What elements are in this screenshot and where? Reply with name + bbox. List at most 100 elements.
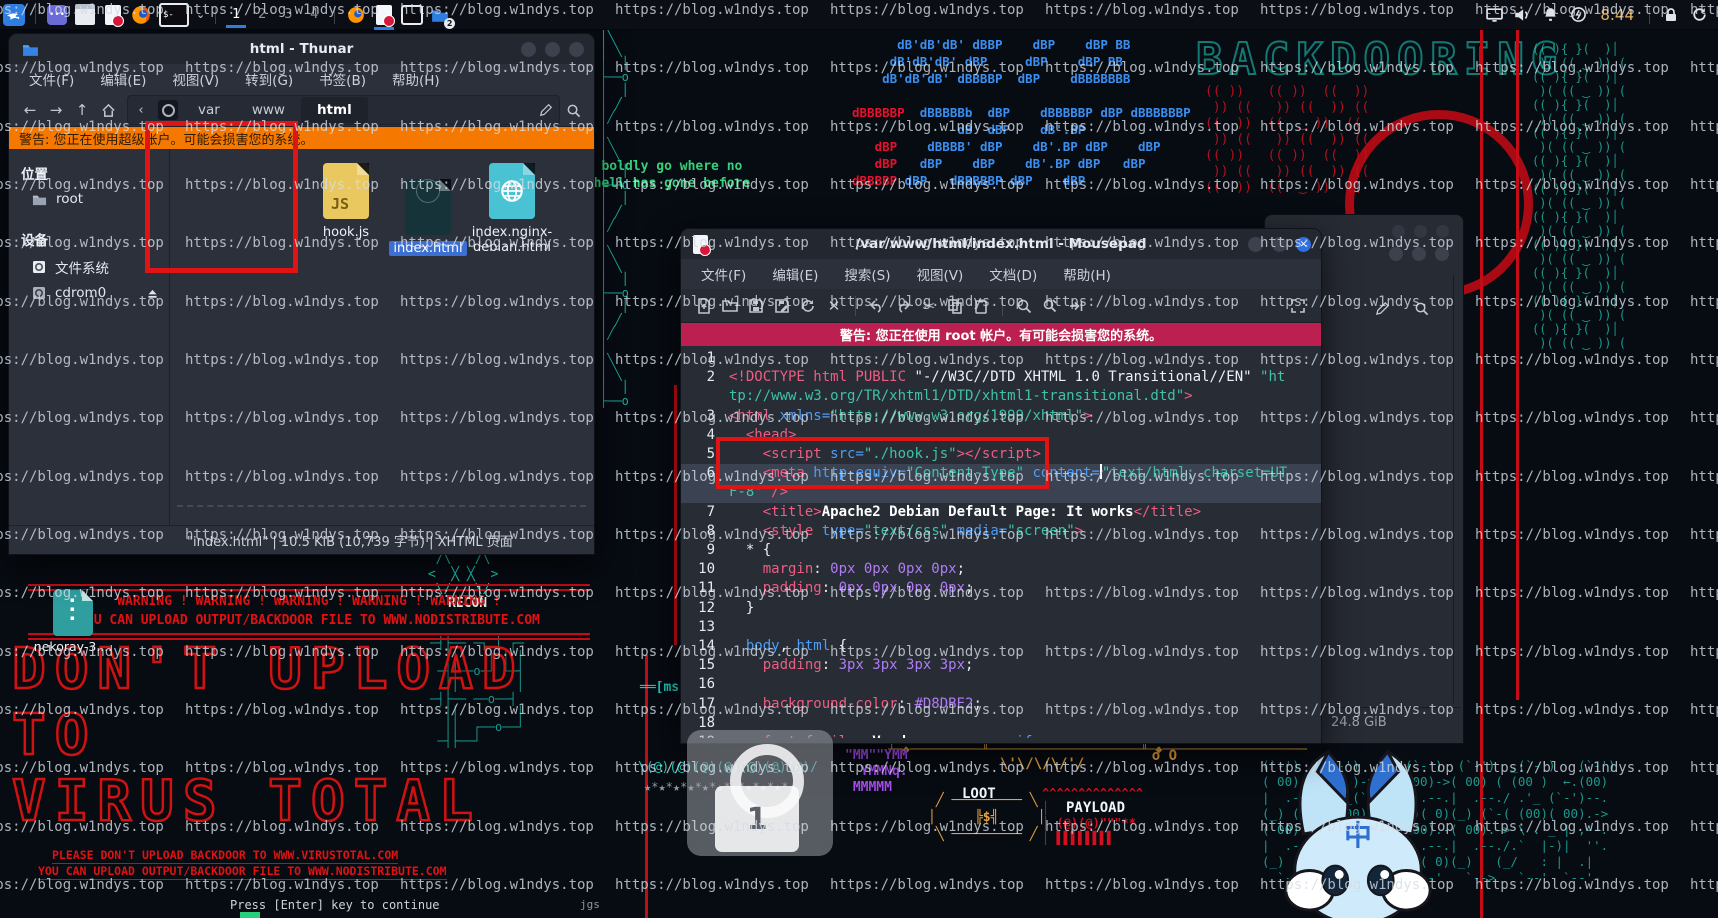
file-index.nginx-debian.html[interactable]: index.nginx-debian.html [466, 163, 558, 255]
find-button[interactable] [1011, 293, 1037, 319]
running-mousepad[interactable] [373, 4, 395, 26]
new-document-button[interactable] [691, 293, 717, 319]
breadcrumb-www[interactable]: www [236, 97, 301, 123]
kali-menu-button[interactable] [3, 4, 25, 26]
find-replace-button[interactable] [1037, 293, 1063, 319]
close-button[interactable] [1435, 247, 1449, 261]
mousepad-titlebar[interactable]: /var/www/html/index.html - Mousepad ✕ [681, 229, 1321, 259]
menu-edit[interactable]: 编辑(E) [772, 264, 818, 284]
minimize-button[interactable] [521, 42, 536, 57]
menu-file[interactable]: 文件(F) [701, 264, 746, 284]
desktop-icon-nekoray[interactable]: nekoray-3.... [28, 590, 118, 654]
logout-refresh-icon[interactable] [1688, 4, 1710, 26]
redo-button[interactable] [890, 293, 916, 319]
maximize-button[interactable] [1412, 247, 1426, 261]
close-button[interactable] [569, 42, 584, 57]
close-button[interactable] [1436, 225, 1449, 238]
eject-icon[interactable] [146, 287, 159, 300]
breadcrumb-html[interactable]: html [301, 97, 368, 123]
copy-button[interactable] [942, 293, 968, 319]
workspace-3[interactable]: 3 [275, 4, 301, 25]
save-button[interactable] [743, 293, 769, 319]
menu-view[interactable]: 视图(V) [172, 69, 219, 89]
breadcrumb-var[interactable]: var [182, 97, 236, 123]
undo-button[interactable] [864, 293, 890, 319]
forward-button[interactable]: → [43, 97, 69, 123]
sidebar-item-filesystem[interactable]: 文件系统 [9, 253, 169, 281]
watermark-text: https://blog.w1ndys.top [1475, 119, 1669, 135]
watermark-text: https://blog.w1ndys.top [830, 819, 1024, 835]
running-firefox[interactable] [345, 4, 367, 26]
crumb-scroll-left-chevron-icon[interactable]: ‹ [128, 97, 154, 123]
thunar-file-view[interactable]: hook.jsindex.htmlindex.nginx-debian.html [170, 149, 594, 529]
desktop-icon-label: nekoray-3.... [28, 639, 118, 654]
home-button[interactable] [95, 97, 121, 123]
maximize-button[interactable] [545, 42, 560, 57]
window-app-icon [75, 4, 95, 25]
open-file-button[interactable] [717, 293, 743, 319]
notifications-bell-icon[interactable] [1539, 4, 1561, 26]
payload-label: PAYLOAD [1066, 800, 1125, 816]
launcher-files[interactable]: ••• [46, 4, 68, 26]
pathbar-root-icon[interactable] [158, 100, 178, 120]
up-button[interactable]: ↑ [69, 97, 95, 123]
close-document-button[interactable]: ✕ [821, 293, 847, 319]
menu-search[interactable]: 搜索(S) [844, 264, 890, 284]
sidebar-item-cdrom0[interactable]: cdrom0 [9, 281, 169, 305]
search-button[interactable] [560, 97, 586, 123]
watermark-text: https://blog.w1ndys.top [185, 760, 379, 776]
menu-help[interactable]: 帮助(H) [392, 69, 440, 89]
maximize-button[interactable] [1414, 225, 1427, 238]
running-terminal[interactable] [401, 4, 423, 26]
running-filemanager[interactable]: 2 [429, 4, 451, 26]
cut-button[interactable]: ✂ [916, 293, 942, 319]
back-button[interactable]: ← [17, 97, 43, 123]
panel-separator [215, 6, 216, 24]
menu-file[interactable]: 文件(F) [29, 69, 74, 89]
panel-clock[interactable]: 8:44 [1600, 6, 1634, 24]
sidebar-item-root[interactable]: root [9, 187, 169, 211]
launcher-filemanager[interactable] [74, 4, 96, 26]
minimize-button[interactable] [1392, 225, 1405, 238]
display-settings-icon[interactable] [1483, 4, 1505, 26]
close-button[interactable]: ✕ [1296, 237, 1311, 252]
menu-go[interactable]: 转到(G) [245, 69, 293, 89]
search-icon[interactable] [1414, 301, 1429, 316]
volume-icon[interactable] [1511, 4, 1533, 26]
paste-button[interactable] [968, 293, 994, 319]
workspace-4[interactable]: 4 [301, 4, 327, 25]
watermark-text: https://blog.w1ndys.top [400, 877, 594, 893]
launcher-terminal[interactable]: $- [158, 4, 190, 26]
launcher-firefox[interactable] [130, 4, 152, 26]
power-manager-icon[interactable] [1567, 4, 1589, 26]
save-as-button[interactable] [769, 293, 795, 319]
menu-help[interactable]: 帮助(H) [1063, 264, 1111, 284]
lock-screen-icon[interactable] [1660, 4, 1682, 26]
thunar-titlebar[interactable]: html - Thunar [9, 34, 594, 64]
minimize-button[interactable] [1389, 247, 1403, 261]
menu-edit[interactable]: 编辑(E) [100, 69, 146, 89]
reload-button[interactable] [795, 293, 821, 319]
menu-view[interactable]: 视图(V) [917, 264, 964, 284]
workspace-1[interactable]: 1 [223, 4, 249, 25]
watermark-text: https://blog.w1ndys.top [0, 702, 164, 718]
toggle-path-entry-pencil-icon[interactable] [1375, 301, 1390, 316]
terminal-dropdown-chevron-icon[interactable]: ⌄ [196, 8, 205, 21]
go-to-line-button[interactable] [1063, 293, 1089, 319]
code-editor[interactable]: 1 2<!DOCTYPE html PUBLIC "-//W3C//DTD XH… [681, 346, 1321, 738]
workspace-2[interactable]: 2 [249, 4, 275, 25]
file-index.html[interactable]: index.html [382, 163, 474, 256]
menu-document[interactable]: 文档(D) [989, 264, 1037, 284]
watermark-text: https://blog.w1ndys.top [830, 119, 1024, 135]
menu-bookmarks[interactable]: 书签(B) [319, 69, 366, 89]
minimize-button[interactable] [1248, 237, 1263, 252]
maximize-button[interactable] [1272, 237, 1287, 252]
line-number: 11 [681, 579, 715, 598]
toggle-path-entry-pencil-icon[interactable] [533, 97, 559, 123]
watermark-text: https://blog.w1ndys.top [1690, 877, 1718, 893]
boldly-go-quote: To boldly go where no shell has gone bef… [578, 158, 750, 192]
fullscreen-button[interactable] [1285, 293, 1311, 319]
launcher-texteditor[interactable] [102, 4, 124, 26]
file-hook.js[interactable]: hook.js [300, 163, 392, 240]
watermark-text: https://blog.w1ndys.top [830, 760, 1024, 776]
